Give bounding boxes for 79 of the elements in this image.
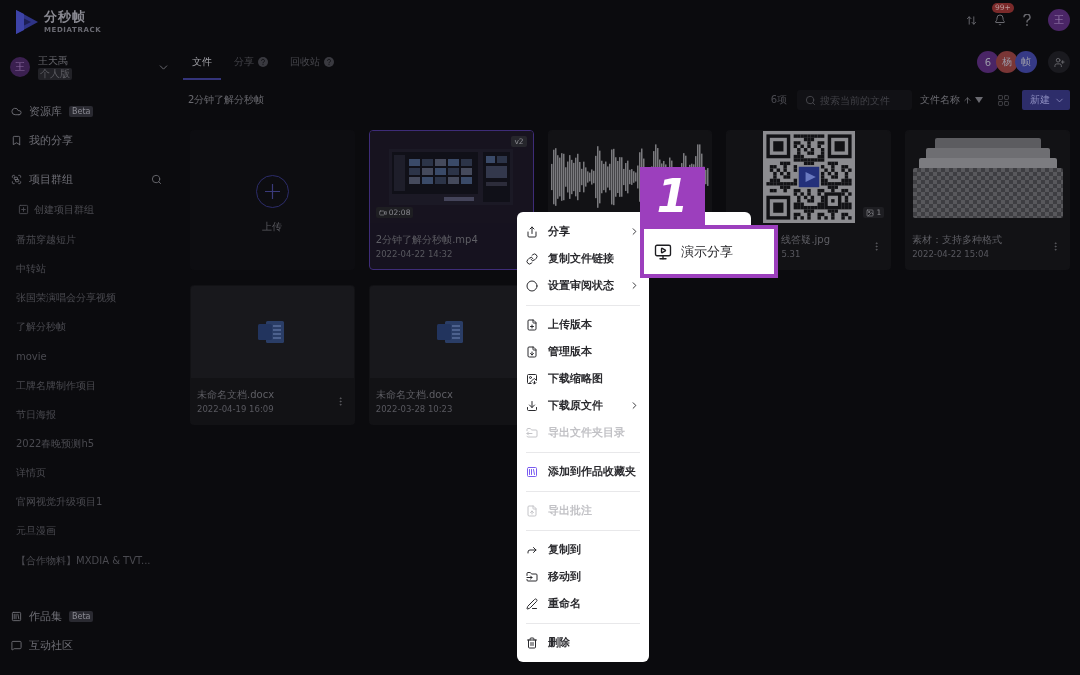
beta-badge: Beta: [69, 106, 94, 117]
bookmark-icon: [11, 135, 22, 146]
plus-square-icon: [18, 204, 29, 215]
file-name: 未命名文档.docx: [197, 388, 276, 401]
image-icon: [866, 208, 875, 217]
file-date: 2022-04-19 16:09: [197, 404, 275, 414]
item-count: 6项: [770, 93, 787, 107]
folder-import-icon: [526, 570, 538, 583]
member-avatar[interactable]: 帧: [1015, 51, 1037, 73]
file-date: 5.31: [781, 249, 802, 259]
user-name: 王天禹: [38, 54, 69, 67]
file-card[interactable]: 未命名文档.docx 2022-04-19 16:09: [190, 285, 355, 425]
play-screen-icon: [654, 242, 672, 261]
help-icon[interactable]: [324, 57, 334, 67]
share-icon: [526, 225, 538, 238]
folder-export-icon: [526, 426, 538, 439]
project-group-item[interactable]: 【合作物料】MXDIA & TVT...: [10, 546, 170, 576]
sidebar-nav-item[interactable]: 我的分享: [10, 126, 170, 155]
logo-icon: [16, 10, 38, 34]
file-date: 2022-04-22 14:32: [375, 249, 454, 259]
circle-icon: [526, 279, 538, 292]
menu-item[interactable]: 移动到: [517, 563, 640, 590]
sidebar-nav-item[interactable]: 互动社区: [10, 631, 170, 660]
help-icon[interactable]: [1023, 14, 1031, 26]
sidebar-nav-item[interactable]: 作品集 Beta: [10, 602, 170, 631]
file-plus-icon: [526, 318, 538, 331]
group-icon: [11, 174, 22, 185]
cloud-icon: [11, 106, 22, 117]
help-icon[interactable]: [258, 57, 268, 67]
menu-item[interactable]: 添加到作品收藏夹: [517, 458, 640, 485]
new-button[interactable]: 新建: [1022, 90, 1070, 110]
user-avatar: 王: [10, 57, 30, 77]
file-date: 2022-03-28 10:23: [375, 404, 454, 414]
file-upload-icon: [526, 504, 538, 517]
menu-item[interactable]: 重命名: [517, 590, 640, 617]
plus-icon: [255, 174, 289, 208]
bell-icon[interactable]: [994, 14, 1006, 26]
menu-item[interactable]: 删除: [517, 629, 640, 656]
document-icon: [437, 319, 466, 345]
file-name: 素材：支持多种格式: [912, 233, 1004, 246]
section-title: 项目群组: [29, 172, 73, 187]
trash-icon: [526, 636, 538, 649]
document-icon: [258, 319, 287, 345]
view-toggle-icon[interactable]: [997, 93, 1010, 107]
file-name: 2分钟了解分秒帧.mp4: [375, 233, 479, 246]
caret-down-icon: [975, 97, 983, 103]
user-plus-icon: [1053, 56, 1065, 68]
project-group-item[interactable]: 中转站: [10, 254, 170, 284]
download-icon: [526, 399, 538, 412]
logo-name: 分秒帧: [44, 10, 87, 24]
breadcrumb: 2分钟了解分秒帧: [188, 93, 265, 107]
project-group-item[interactable]: movie: [10, 341, 170, 371]
file-download-icon: [526, 345, 538, 358]
search-icon: [805, 94, 816, 106]
video-camera-icon: [378, 208, 387, 217]
member-avatar[interactable]: 杨: [996, 51, 1018, 73]
add-member-button[interactable]: [1048, 51, 1070, 73]
sidebar-nav-item[interactable]: 资源库 Beta: [10, 97, 170, 126]
image-download-icon: [526, 372, 538, 385]
link-icon: [526, 252, 538, 265]
member-avatar[interactable]: 6: [977, 51, 999, 73]
search-icon[interactable]: [151, 174, 162, 185]
file-date: 2022-04-22 15:04: [912, 249, 990, 259]
project-group-item[interactable]: 元旦漫画: [10, 516, 170, 547]
user-avatar[interactable]: 王: [1048, 9, 1070, 31]
library-icon: [526, 465, 538, 478]
tab[interactable]: 文件: [183, 44, 221, 80]
chat-icon: [11, 640, 22, 651]
beta-badge: Beta: [69, 611, 94, 622]
library-icon: [11, 611, 22, 622]
file-card[interactable]: 素材：支持多种格式 2022-04-22 15:04: [905, 130, 1070, 270]
step-number-tag: 1: [640, 167, 705, 225]
file-name: 线答疑.jpg: [781, 233, 832, 246]
pen-icon: [526, 597, 538, 610]
menu-item[interactable]: 复制到: [517, 536, 640, 563]
sort-arrows-icon[interactable]: [966, 14, 977, 26]
file-name: 未命名文档.docx: [375, 388, 454, 401]
arrow-up-icon: [963, 95, 972, 105]
sort-button[interactable]: 文件名称: [920, 93, 983, 107]
